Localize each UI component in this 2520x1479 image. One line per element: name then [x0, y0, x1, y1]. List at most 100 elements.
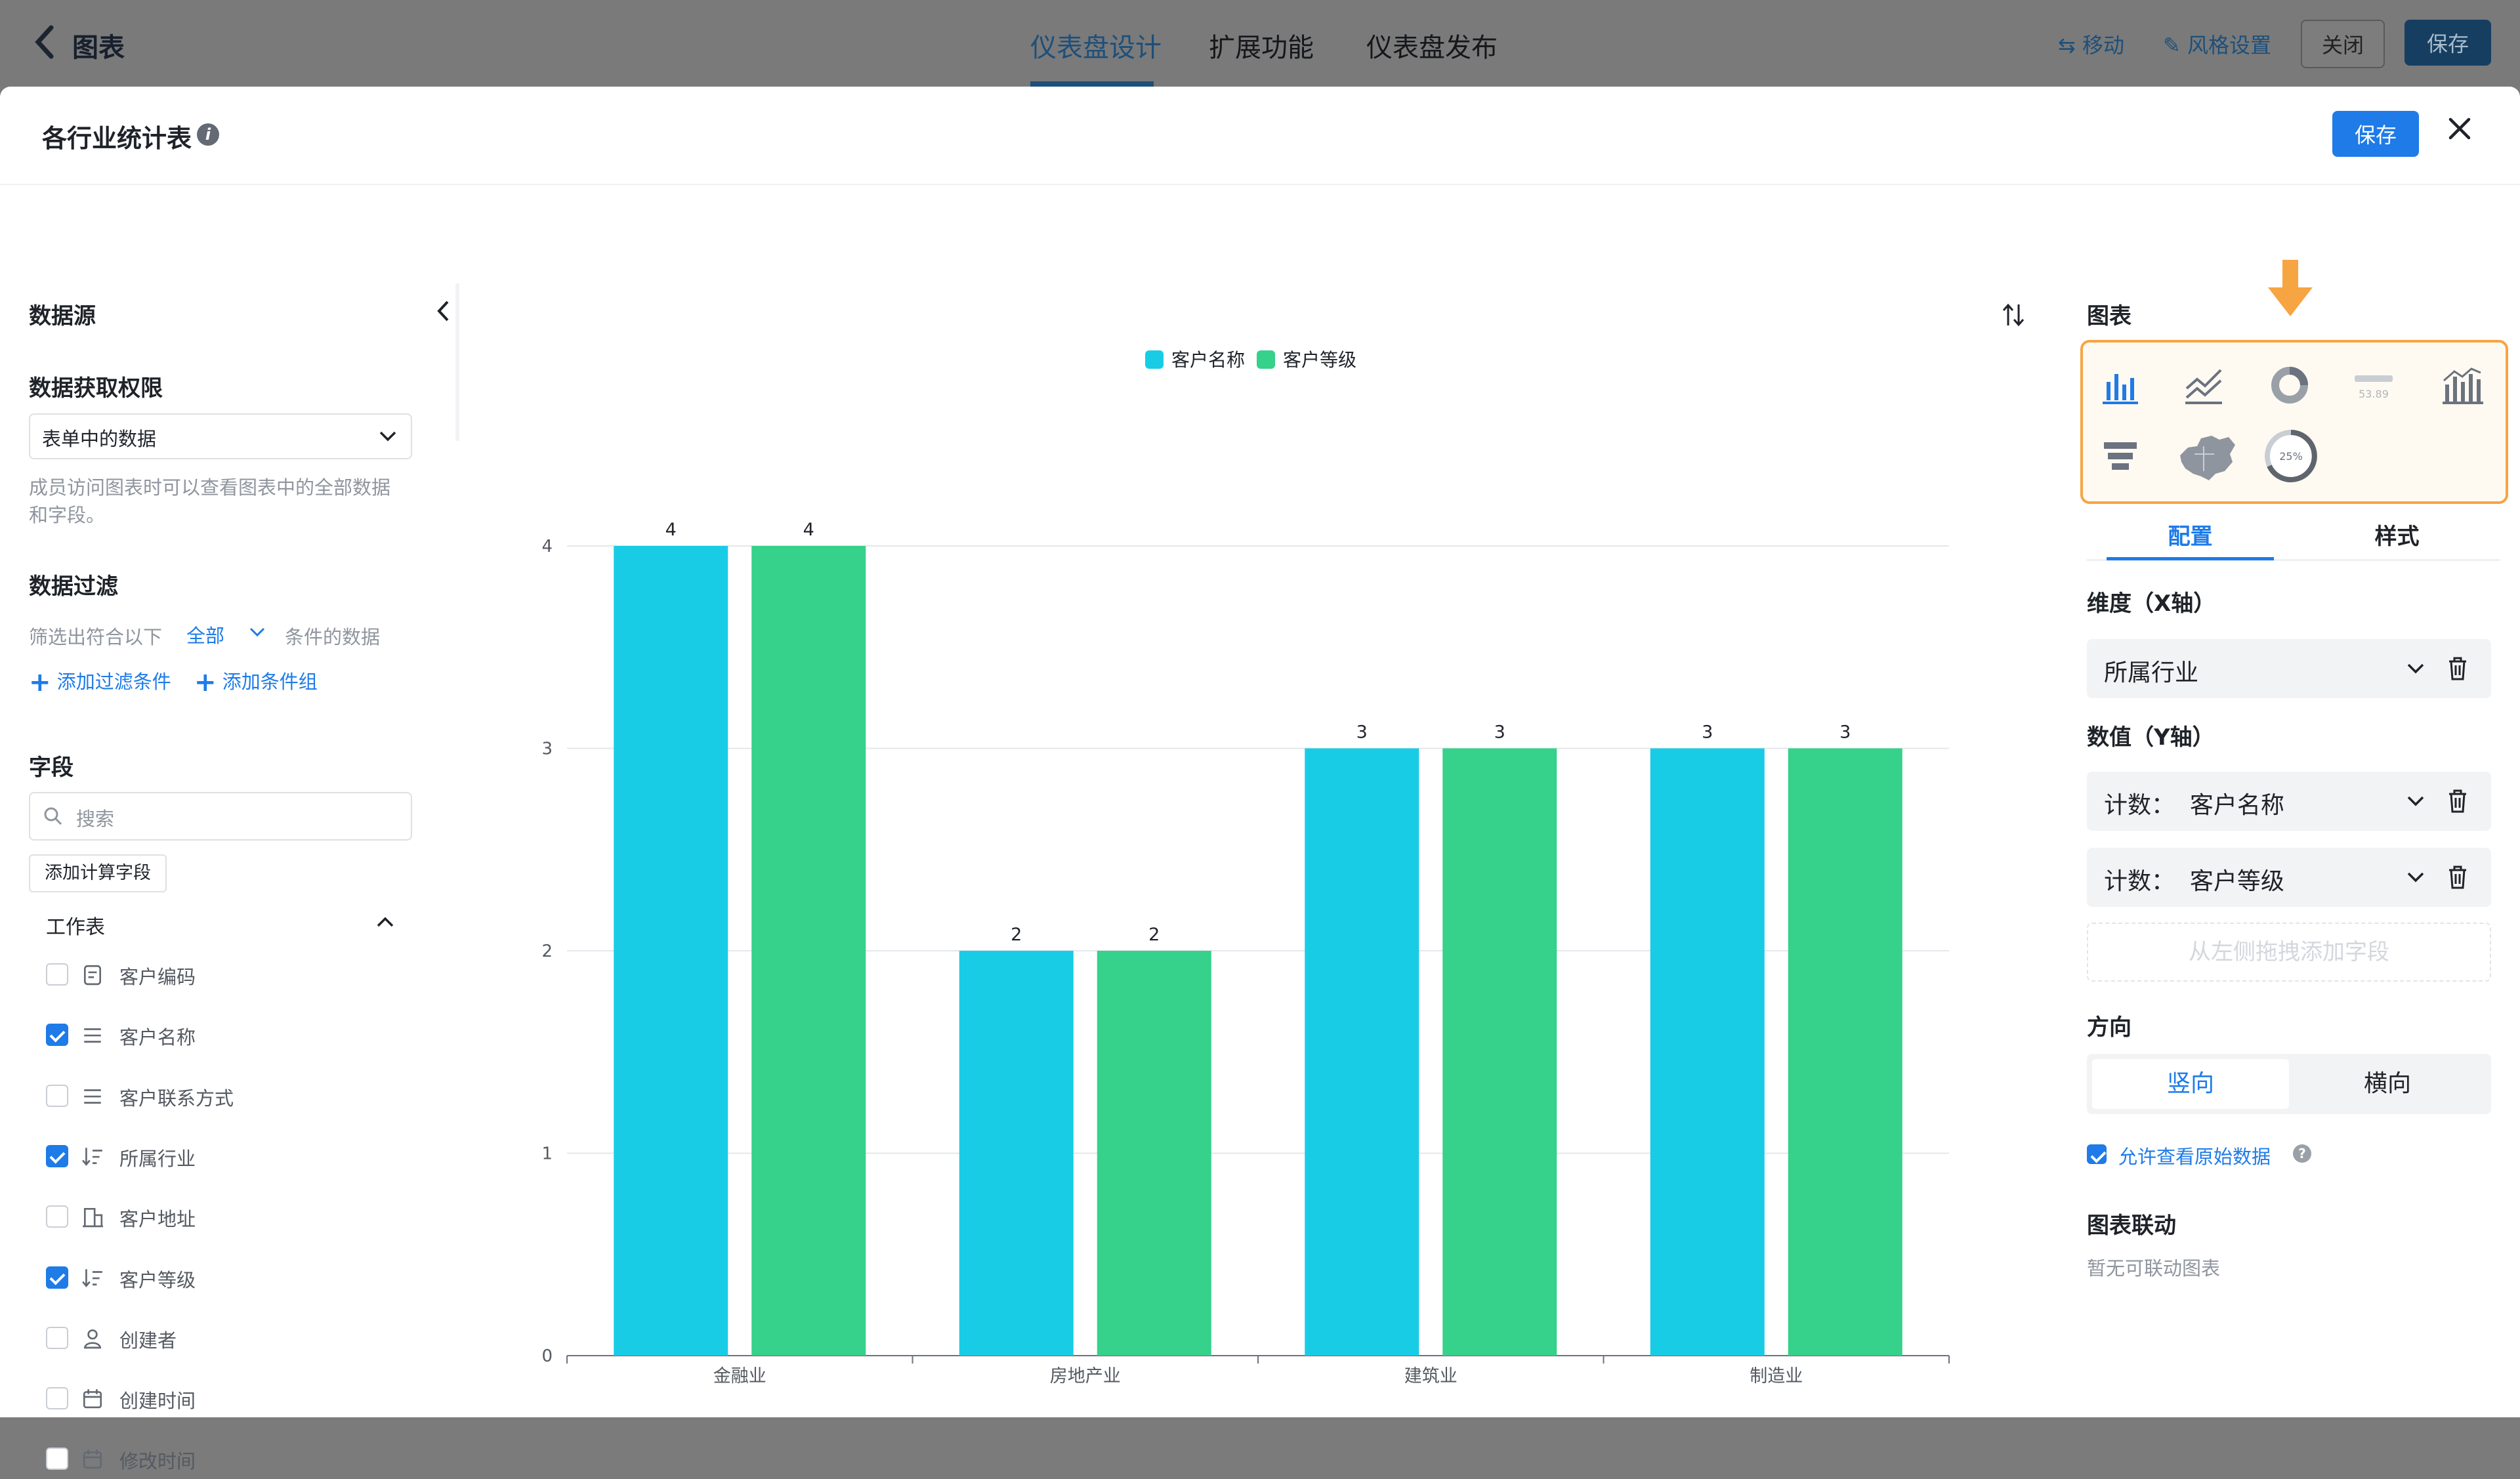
- collapse-panel-icon[interactable]: [436, 299, 450, 325]
- calendar-icon: [83, 1389, 102, 1409]
- direction-title: 方向: [2087, 1014, 2132, 1041]
- direction-vertical-option[interactable]: 竖向: [2092, 1059, 2289, 1109]
- serial-number-icon: [83, 965, 102, 986]
- allow-raw-data-checkbox[interactable]: [2087, 1144, 2107, 1164]
- right-config-panel: 图表 53.89 25% 配置 样式 维度（X轴） 所属行业 数值（Y轴） 计数…: [2074, 185, 2520, 1417]
- field-row[interactable]: 创建者: [0, 1319, 459, 1358]
- chevron-down-icon[interactable]: [2406, 661, 2426, 676]
- save-button[interactable]: 保存: [2332, 111, 2419, 157]
- field-checkbox[interactable]: [46, 1024, 68, 1047]
- indicator-sample-text: 53.89: [2359, 388, 2389, 400]
- permission-title: 数据获取权限: [29, 375, 163, 402]
- permission-hint: 成员访问图表时可以查看图表中的全部数据和字段。: [29, 476, 391, 526]
- allow-raw-data-label: 允许查看原始数据: [2118, 1146, 2271, 1168]
- bar-series-1: [614, 546, 728, 1356]
- chevron-down-icon[interactable]: [2406, 870, 2426, 885]
- chevron-down-icon[interactable]: [248, 626, 266, 639]
- help-icon[interactable]: ?: [2293, 1144, 2311, 1163]
- funnel-chart-icon[interactable]: [2097, 433, 2143, 479]
- field-checkbox[interactable]: [46, 1448, 68, 1470]
- trash-icon[interactable]: [2446, 656, 2469, 681]
- field-search-input[interactable]: 搜索: [29, 792, 412, 841]
- chevron-down-icon[interactable]: [2406, 794, 2426, 808]
- field-row[interactable]: 客户编码: [0, 955, 459, 995]
- plus-icon: +: [29, 667, 51, 698]
- bar-series-1: [1305, 748, 1419, 1356]
- bar-series-2: [751, 546, 866, 1356]
- indicator-card-icon[interactable]: 53.89: [2345, 362, 2404, 408]
- direction-horizontal-option[interactable]: 横向: [2289, 1059, 2486, 1109]
- china-map-icon[interactable]: [2175, 428, 2240, 487]
- tab-extensions[interactable]: 扩展功能: [1209, 26, 1314, 64]
- bar-chart-icon[interactable]: [2097, 362, 2143, 408]
- close-icon[interactable]: [2446, 115, 2473, 144]
- data-label: 4: [665, 520, 677, 540]
- trash-icon[interactable]: [2446, 865, 2469, 890]
- datasource-title: 数据源: [29, 303, 96, 329]
- bar-series-2: [1788, 748, 1902, 1356]
- tab-dashboard-publish[interactable]: 仪表盘发布: [1366, 26, 1498, 64]
- gauge-sample-text: 25%: [2279, 450, 2303, 463]
- field-label: 客户名称: [119, 1026, 196, 1049]
- tab-style[interactable]: 样式: [2294, 518, 2500, 558]
- y-axis-field-1[interactable]: 计数： 客户名称: [2087, 772, 2491, 831]
- field-checkbox[interactable]: [46, 1326, 68, 1349]
- field-checkbox[interactable]: [46, 1205, 68, 1228]
- add-condition-group-button[interactable]: + 添加条件组: [194, 667, 318, 698]
- gauge-chart-icon[interactable]: 25%: [2261, 427, 2320, 486]
- person-icon: [83, 1329, 102, 1348]
- y-axis-field-2[interactable]: 计数： 客户等级: [2087, 848, 2491, 907]
- field-row[interactable]: 客户等级: [0, 1259, 459, 1298]
- trash-icon[interactable]: [2446, 789, 2469, 814]
- y-tick-label: 2: [541, 942, 553, 961]
- field-row[interactable]: 客户名称: [0, 1016, 459, 1055]
- add-calculated-field-button[interactable]: 添加计算字段: [29, 854, 167, 892]
- chevron-down-icon: [379, 431, 396, 442]
- permission-select[interactable]: 表单中的数据: [29, 413, 412, 459]
- field-row[interactable]: 创建时间: [0, 1379, 459, 1419]
- field-checkbox[interactable]: [46, 1266, 68, 1289]
- active-tab-indicator: [1030, 81, 1154, 87]
- add-filter-button[interactable]: + 添加过滤条件: [29, 667, 171, 698]
- back-arrow-icon[interactable]: [33, 24, 59, 68]
- field-checkbox[interactable]: [46, 1144, 68, 1167]
- linkage-title: 图表联动: [2087, 1213, 2176, 1239]
- y-axis-field-2-label: 计数： 客户等级: [2104, 868, 2284, 895]
- field-row[interactable]: 所属行业: [0, 1137, 459, 1177]
- pie-chart-icon[interactable]: [2267, 362, 2313, 408]
- direction-toggle: 竖向 横向: [2087, 1054, 2491, 1114]
- tab-dashboard-design[interactable]: 仪表盘设计: [1030, 26, 1162, 64]
- field-row[interactable]: 客户联系方式: [0, 1077, 459, 1116]
- field-checkbox[interactable]: [46, 963, 68, 986]
- field-row[interactable]: 修改时间: [0, 1440, 459, 1479]
- data-label: 2: [1148, 925, 1160, 945]
- bar-chart: 0 1 2 3 4 金融业 4 4 房地产业 2 2 建筑业 3 3 制造业 3 3 客户名称 客户等级: [541, 349, 1950, 1386]
- y-axis-title: 数值（Y轴）: [2087, 724, 2215, 751]
- field-row[interactable]: 客户地址: [0, 1198, 459, 1237]
- search-placeholder: 搜索: [76, 808, 115, 830]
- move-button[interactable]: ⇆ 移动: [2058, 29, 2124, 59]
- x-tick-label: 建筑业: [1404, 1366, 1458, 1386]
- save-dashboard-button[interactable]: 保存: [2404, 20, 2491, 66]
- x-tick-label: 金融业: [713, 1366, 766, 1386]
- combo-chart-icon[interactable]: [2437, 362, 2490, 408]
- field-checkbox[interactable]: [46, 1084, 68, 1107]
- field-checkbox[interactable]: [46, 1387, 68, 1410]
- x-axis-field[interactable]: 所属行业: [2087, 639, 2491, 698]
- chart-title: 各行业统计表: [42, 124, 192, 153]
- highlight-arrow-icon: [2268, 260, 2313, 316]
- filter-mode-select[interactable]: 全部: [186, 621, 224, 648]
- chart-editor-modal: 各行业统计表 i 保存 数据源 数据获取权限 表单中的数据 成员访问图表时可以查…: [0, 87, 2520, 1472]
- chevron-up-icon[interactable]: [375, 915, 395, 929]
- x-tick-label: 房地产业: [1050, 1366, 1121, 1386]
- field-label: 客户编码: [119, 966, 196, 988]
- close-dashboard-button[interactable]: 关闭: [2301, 20, 2385, 68]
- style-settings-button[interactable]: ✎ 风格设置: [2163, 29, 2271, 59]
- info-icon[interactable]: i: [197, 123, 219, 146]
- x-tick-label: 制造业: [1750, 1366, 1803, 1386]
- y-tick-label: 4: [541, 537, 553, 556]
- field-label: 创建时间: [119, 1390, 196, 1413]
- line-chart-icon[interactable]: [2181, 362, 2227, 408]
- drop-field-zone[interactable]: 从左侧拖拽添加字段: [2087, 923, 2491, 982]
- tab-config[interactable]: 配置: [2087, 518, 2294, 558]
